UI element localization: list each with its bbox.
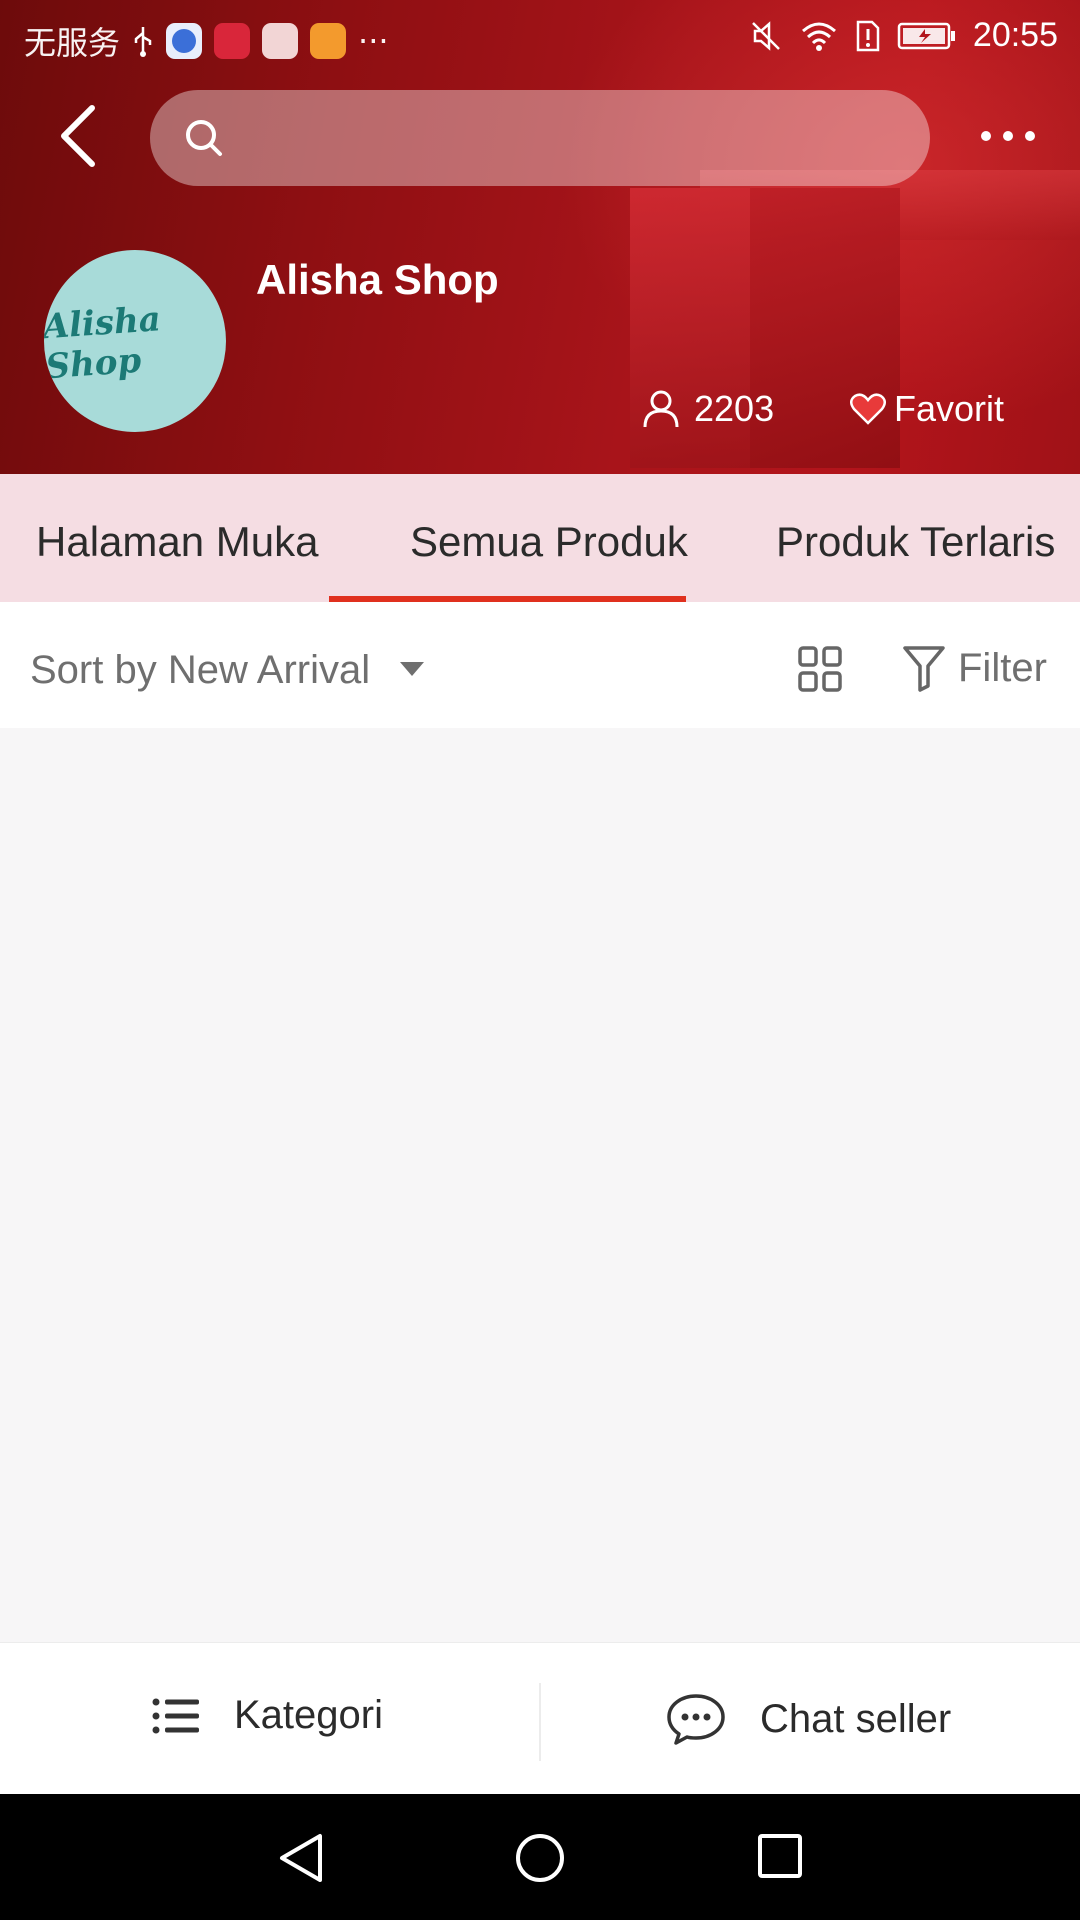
sim-alert-icon	[856, 20, 880, 51]
status-bar: 无服务 ··· 20:55	[0, 0, 1080, 76]
tab-produk-terlaris[interactable]: Produk Terlaris	[776, 518, 1055, 566]
favorite-button[interactable]: Favorit	[850, 388, 1004, 430]
shop-name: Alisha Shop	[256, 256, 499, 303]
product-list-area	[0, 728, 1080, 1642]
kategori-button[interactable]: Kategori	[152, 1693, 383, 1738]
sort-filter-bar: Sort by New Arrival Filter	[0, 602, 1080, 728]
favorite-label: Favorit	[894, 388, 1005, 429]
battery-charging-icon	[897, 22, 955, 49]
follower-count-value: 2203	[694, 388, 775, 429]
chat-bubble-icon	[667, 1694, 725, 1745]
more-notifications-icon: ···	[358, 22, 389, 60]
status-right: 20:55	[749, 16, 1058, 55]
shop-logo-text: Alisha Shop	[44, 299, 163, 388]
grid-view-icon[interactable]	[798, 646, 842, 692]
wifi-icon	[801, 22, 836, 51]
caret-down-icon[interactable]	[400, 662, 424, 676]
bottom-action-bar: Kategori Chat seller	[0, 1642, 1080, 1795]
search-icon	[186, 120, 222, 156]
filter-icon	[903, 646, 945, 692]
orange-app-icon	[310, 23, 347, 59]
nav-back-icon[interactable]	[276, 1832, 326, 1884]
usb-icon	[134, 27, 152, 57]
mute-icon	[752, 20, 780, 51]
shop-header: 无服务 ··· 20:55 Alisha Shop Alisha Shop 22…	[0, 0, 1080, 474]
shop-notification-icon	[214, 23, 251, 59]
bottom-bar-divider	[539, 1683, 541, 1761]
person-icon	[643, 390, 679, 428]
carrier-text: 无服务	[24, 24, 121, 62]
app-notification-icon	[166, 23, 203, 59]
tab-semua-produk[interactable]: Semua Produk	[410, 518, 688, 566]
shop-avatar[interactable]: Alisha Shop	[44, 250, 226, 432]
sort-dropdown[interactable]: Sort by New Arrival	[30, 648, 370, 693]
chat-seller-label: Chat seller	[760, 1696, 952, 1741]
search-input[interactable]	[150, 90, 930, 186]
heart-icon	[850, 393, 886, 425]
status-left: 无服务 ···	[24, 18, 389, 64]
system-navigation-bar	[0, 1794, 1080, 1920]
chat-seller-button[interactable]: Chat seller	[666, 1693, 951, 1745]
nav-home-icon[interactable]	[514, 1832, 566, 1884]
fm-radio-icon	[262, 23, 299, 59]
list-icon	[152, 1698, 199, 1733]
clock-time: 20:55	[972, 16, 1058, 54]
back-arrow-icon[interactable]	[54, 104, 104, 168]
kategori-label: Kategori	[234, 1693, 383, 1737]
shop-tabs: Halaman Muka Semua Produk Produk Terlari…	[0, 474, 1080, 602]
filter-label: Filter	[958, 645, 1047, 690]
more-icon[interactable]	[978, 126, 1038, 146]
nav-recents-icon[interactable]	[756, 1832, 804, 1880]
tab-halaman-muka[interactable]: Halaman Muka	[36, 518, 318, 566]
filter-button[interactable]: Filter	[902, 644, 1047, 692]
follower-count: 2203	[642, 388, 774, 430]
